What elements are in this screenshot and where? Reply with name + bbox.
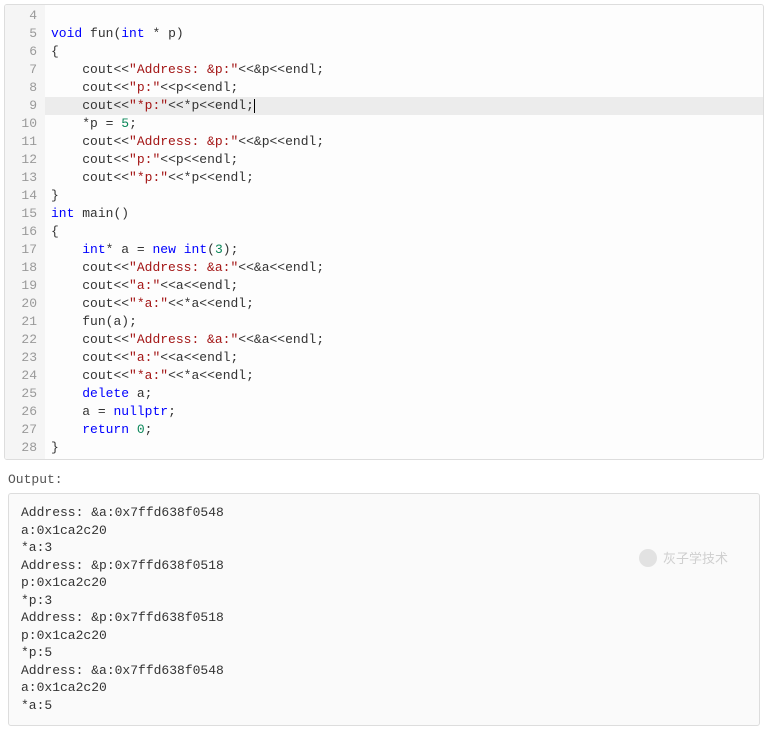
code-line[interactable]: void fun(int * p) [45, 25, 763, 43]
code-line[interactable]: cout<<"Address: &a:"<<&a<<endl; [45, 259, 763, 277]
line-number: 17 [5, 241, 37, 259]
code-editor-body: 4567891011121314151617181920212223242526… [5, 5, 763, 459]
code-line[interactable]: } [45, 187, 763, 205]
code-line[interactable]: { [45, 43, 763, 61]
line-number: 9 [5, 97, 37, 115]
code-line[interactable]: cout<<"Address: &p:"<<&p<<endl; [45, 61, 763, 79]
output-console: Address: &a:0x7ffd638f0548 a:0x1ca2c20 *… [8, 493, 760, 726]
line-number: 15 [5, 205, 37, 223]
line-number: 10 [5, 115, 37, 133]
code-line[interactable]: cout<<"p:"<<p<<endl; [45, 79, 763, 97]
line-number: 16 [5, 223, 37, 241]
code-line[interactable]: cout<<"*p:"<<*p<<endl; [45, 169, 763, 187]
watermark: 灰子学技术 [639, 548, 728, 567]
code-line[interactable]: int* a = new int(3); [45, 241, 763, 259]
line-number: 22 [5, 331, 37, 349]
line-number: 12 [5, 151, 37, 169]
code-line[interactable]: return 0; [45, 421, 763, 439]
line-number: 24 [5, 367, 37, 385]
code-line[interactable]: *p = 5; [45, 115, 763, 133]
line-number-gutter: 4567891011121314151617181920212223242526… [5, 5, 45, 459]
code-line[interactable]: cout<<"p:"<<p<<endl; [45, 151, 763, 169]
line-number: 14 [5, 187, 37, 205]
watermark-text: 灰子学技术 [663, 548, 728, 567]
code-line[interactable]: cout<<"*a:"<<*a<<endl; [45, 367, 763, 385]
code-line[interactable]: cout<<"Address: &p:"<<&p<<endl; [45, 133, 763, 151]
line-number: 13 [5, 169, 37, 187]
code-line[interactable]: a = nullptr; [45, 403, 763, 421]
line-number: 26 [5, 403, 37, 421]
code-content[interactable]: void fun(int * p){ cout<<"Address: &p:"<… [45, 5, 763, 459]
line-number: 6 [5, 43, 37, 61]
line-number: 28 [5, 439, 37, 457]
code-line[interactable]: fun(a); [45, 313, 763, 331]
code-line[interactable]: cout<<"*a:"<<*a<<endl; [45, 295, 763, 313]
code-line[interactable]: delete a; [45, 385, 763, 403]
line-number: 11 [5, 133, 37, 151]
watermark-icon [639, 549, 657, 567]
line-number: 8 [5, 79, 37, 97]
line-number: 5 [5, 25, 37, 43]
code-line[interactable]: cout<<"a:"<<a<<endl; [45, 277, 763, 295]
line-number: 25 [5, 385, 37, 403]
code-line[interactable] [45, 7, 763, 25]
line-number: 23 [5, 349, 37, 367]
line-number: 20 [5, 295, 37, 313]
line-number: 18 [5, 259, 37, 277]
line-number: 7 [5, 61, 37, 79]
line-number: 19 [5, 277, 37, 295]
line-number: 27 [5, 421, 37, 439]
code-line[interactable]: } [45, 439, 763, 457]
code-line[interactable]: int main() [45, 205, 763, 223]
line-number: 4 [5, 7, 37, 25]
code-line[interactable]: { [45, 223, 763, 241]
code-line[interactable]: cout<<"a:"<<a<<endl; [45, 349, 763, 367]
code-editor[interactable]: 4567891011121314151617181920212223242526… [4, 4, 764, 460]
output-label: Output: [8, 472, 760, 487]
text-cursor [254, 99, 255, 113]
line-number: 21 [5, 313, 37, 331]
code-line[interactable]: cout<<"Address: &a:"<<&a<<endl; [45, 331, 763, 349]
code-line[interactable]: cout<<"*p:"<<*p<<endl; [45, 97, 763, 115]
